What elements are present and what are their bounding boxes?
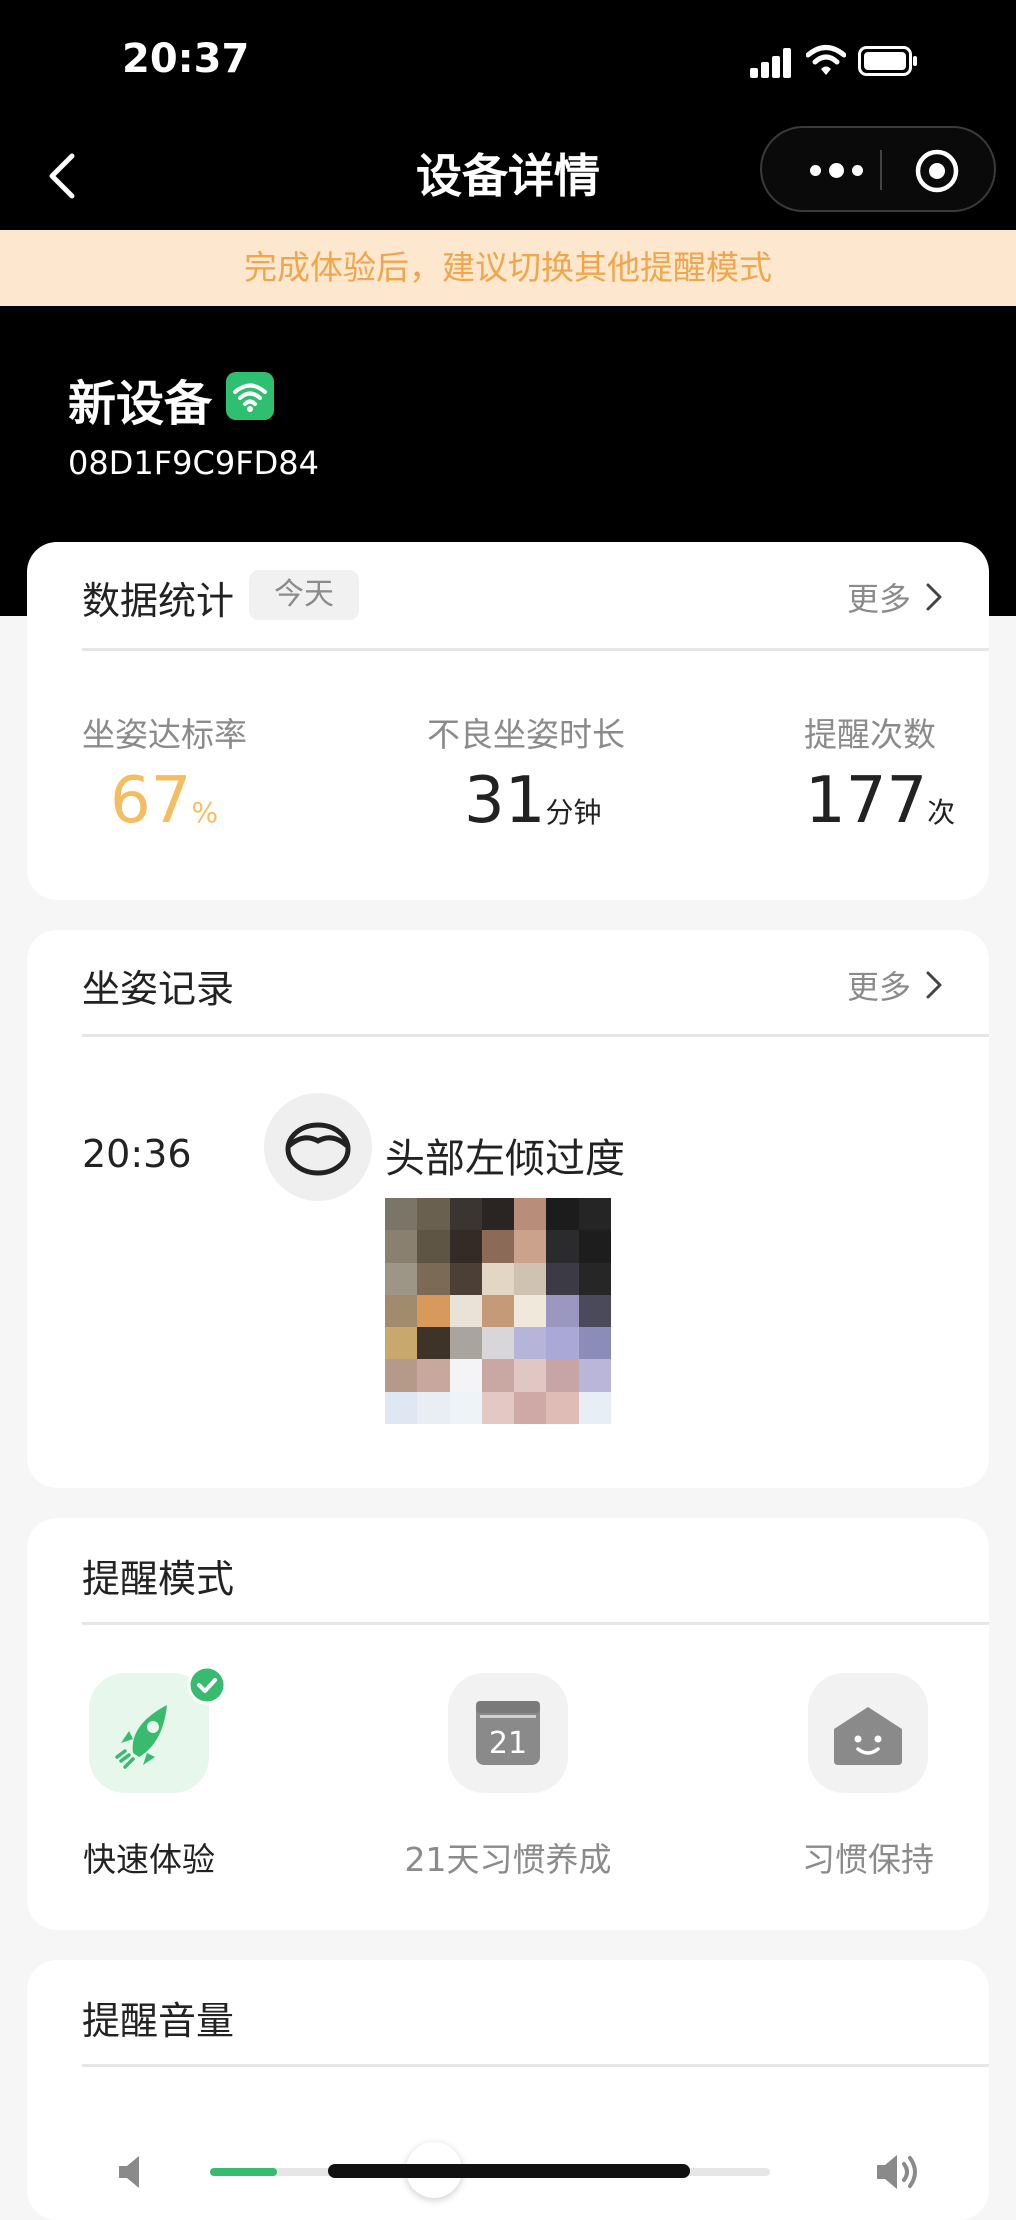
status-time: 20:37 (122, 36, 250, 82)
stats-more-link[interactable]: 更多 (847, 574, 943, 620)
record-description: 头部左倾过度 (385, 1136, 625, 1182)
calendar-number: 21 (489, 1726, 527, 1761)
head-tilt-icon (285, 1122, 351, 1176)
record-card: 坐姿记录 更多 20:36 头部左倾过度 (27, 930, 989, 1488)
record-divider (82, 1034, 989, 1037)
home-indicator (328, 2164, 690, 2178)
signal-icon (750, 48, 792, 78)
mode-label-quick: 快速体验 (83, 1840, 215, 1879)
chevron-right-icon (926, 583, 942, 611)
tip-banner: 完成体验后，建议切换其他提醒模式 (0, 230, 1016, 306)
posture-snapshot-image[interactable] (385, 1198, 611, 1424)
stat-unit-rate: % (191, 796, 219, 829)
volume-divider (82, 2064, 989, 2067)
device-id: 08D1F9C9FD84 (68, 444, 319, 482)
mode-card-title: 提醒模式 (82, 1557, 235, 1601)
stats-divider (82, 648, 989, 651)
stat-label-count: 提醒次数 (804, 715, 936, 754)
volume-card-title: 提醒音量 (82, 1999, 235, 2043)
stats-card: 数据统计 今天 更多 坐姿达标率 67% 不良坐姿时长 31分钟 提醒次数 17… (27, 542, 989, 900)
stat-value-count: 177次 (805, 764, 955, 838)
capsule-divider (880, 150, 882, 190)
house-smile-icon (834, 1707, 902, 1765)
mode-icon-box (89, 1665, 227, 1793)
device-name: 新设备 (68, 376, 213, 432)
mode-quick-experience[interactable]: 快速体验 (39, 1665, 259, 1881)
stat-value-rate: 67% (110, 764, 218, 838)
stats-more-label: 更多 (846, 580, 911, 618)
record-avatar (264, 1093, 372, 1201)
status-bar: 20:37 (0, 0, 1016, 120)
battery-icon (858, 46, 917, 76)
mode-label-21day: 21天习惯养成 (404, 1840, 612, 1879)
chevron-right-icon (926, 971, 942, 999)
stat-label-rate: 坐姿达标率 (82, 715, 247, 754)
stat-number-count: 177 (805, 764, 928, 838)
record-more-label: 更多 (846, 968, 911, 1006)
date-tag[interactable]: 今天 (249, 570, 359, 620)
device-wifi-icon (226, 372, 274, 420)
stat-label-duration: 不良坐姿时长 (427, 715, 625, 754)
mode-icon-box (808, 1673, 928, 1793)
stat-value-duration: 31分钟 (464, 764, 601, 838)
stat-number-duration: 31 (464, 764, 546, 838)
close-target-icon[interactable] (914, 148, 960, 194)
volume-slider-fill (210, 2168, 278, 2176)
volume-high-icon (877, 2155, 917, 2189)
calendar-icon: 21 (476, 1701, 540, 1765)
mode-habit-keep[interactable]: 习惯保持 (758, 1673, 978, 1881)
stat-unit-count: 次 (927, 796, 956, 829)
mode-icon-box: 21 (448, 1673, 568, 1793)
stat-number-rate: 67 (110, 764, 192, 838)
mode-divider (82, 1622, 989, 1625)
volume-low-icon (119, 2156, 139, 2188)
mode-label-keep: 习惯保持 (802, 1840, 934, 1879)
record-more-link[interactable]: 更多 (847, 962, 943, 1008)
mode-21-day-habit[interactable]: 21 21天习惯养成 (398, 1673, 618, 1881)
stat-unit-duration: 分钟 (545, 796, 602, 829)
volume-card: 提醒音量 (27, 1960, 989, 2220)
nav-bar: 设备详情 (0, 120, 1016, 230)
stats-card-title: 数据统计 (82, 579, 235, 623)
selected-check-icon (187, 1665, 227, 1705)
mini-program-capsule (760, 126, 996, 212)
record-time: 20:36 (82, 1132, 192, 1176)
reminder-mode-card: 提醒模式 快速体验 21 21天习惯养成 习惯保持 (27, 1518, 989, 1930)
wifi-icon (806, 45, 846, 75)
record-card-title: 坐姿记录 (82, 967, 235, 1011)
more-dots-icon[interactable] (798, 154, 874, 186)
